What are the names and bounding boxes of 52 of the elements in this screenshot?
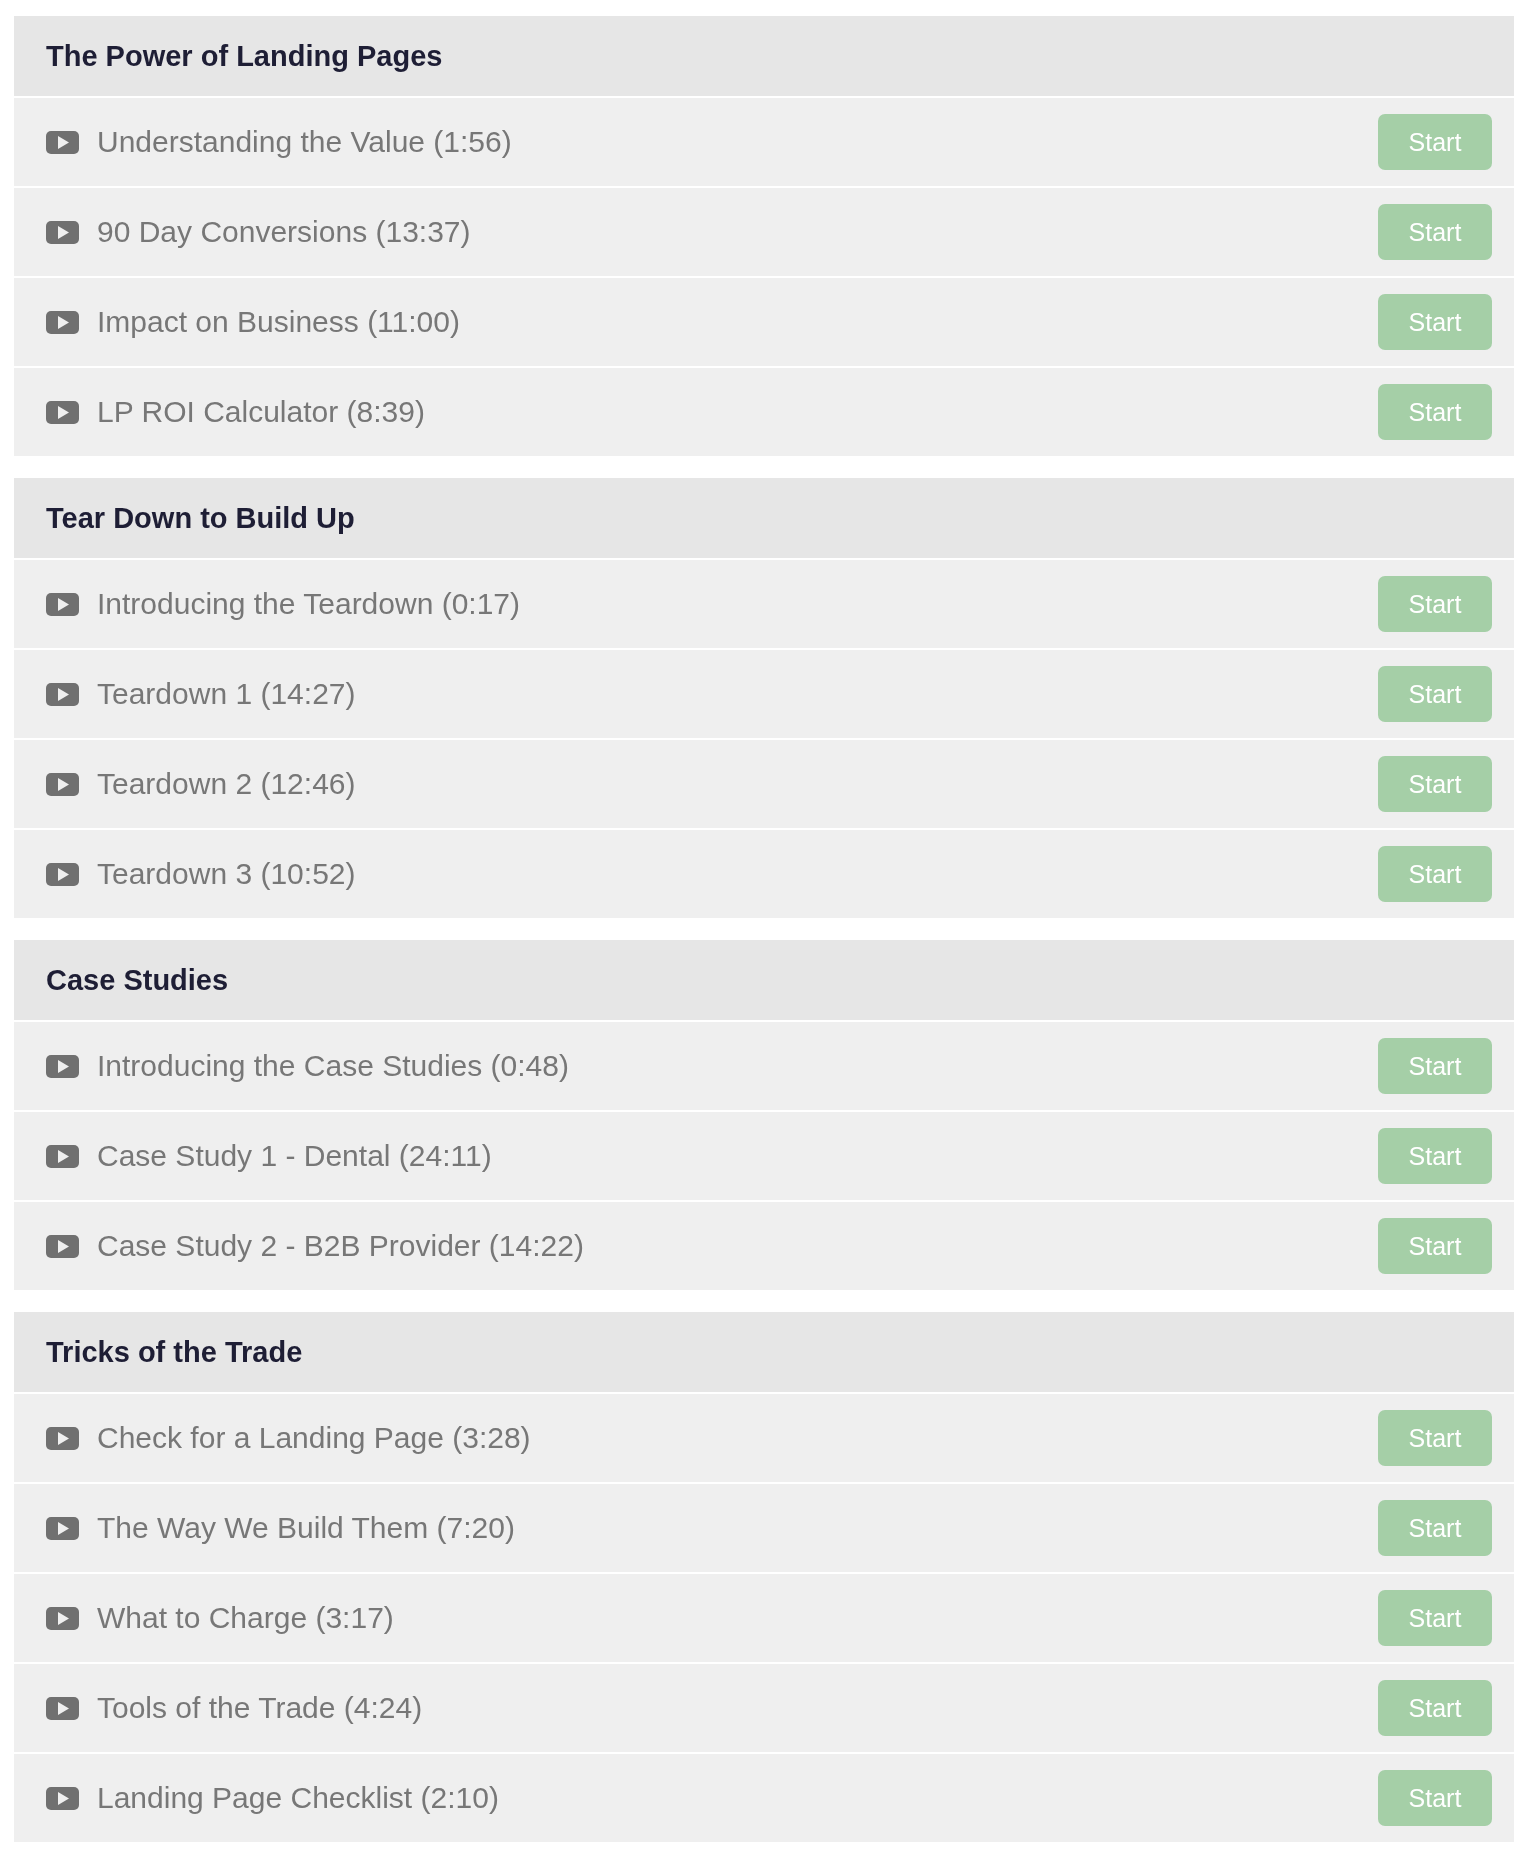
video-play-icon xyxy=(46,1054,79,1078)
video-play-icon xyxy=(46,1234,79,1258)
start-button[interactable]: Start xyxy=(1378,666,1492,722)
start-button[interactable]: Start xyxy=(1378,1038,1492,1094)
video-play-icon xyxy=(46,1426,79,1450)
lesson-title: Case Study 1 - Dental (24:11) xyxy=(97,1139,493,1173)
lesson-title: 90 Day Conversions (13:37) xyxy=(97,215,472,249)
start-button[interactable]: Start xyxy=(1378,1218,1492,1274)
video-play-icon xyxy=(46,1606,79,1630)
lesson-title: Impact on Business (11:00) xyxy=(97,305,461,339)
lesson-title: Tools of the Trade (4:24) xyxy=(97,1691,424,1725)
video-play-icon xyxy=(46,1516,79,1540)
start-button[interactable]: Start xyxy=(1378,1590,1492,1646)
video-play-icon xyxy=(46,682,79,706)
start-button[interactable]: Start xyxy=(1378,1410,1492,1466)
lesson-title: Introducing the Teardown (0:17) xyxy=(97,587,522,621)
video-play-icon xyxy=(46,1144,79,1168)
lesson-title: LP ROI Calculator (8:39) xyxy=(97,395,426,429)
lesson-title: Understanding the Value (1:56) xyxy=(97,125,513,159)
lesson-title: Teardown 2 (12:46) xyxy=(97,767,357,801)
lesson-title: Introducing the Case Studies (0:48) xyxy=(97,1049,570,1083)
lesson-title: Check for a Landing Page (3:28) xyxy=(97,1421,532,1455)
video-play-icon xyxy=(46,130,79,154)
start-button[interactable]: Start xyxy=(1378,114,1492,170)
start-button[interactable]: Start xyxy=(1378,204,1492,260)
section-title: The Power of Landing Pages xyxy=(46,39,443,73)
lesson-title: What to Charge (3:17) xyxy=(97,1601,395,1635)
video-play-icon xyxy=(46,1696,79,1720)
start-button[interactable]: Start xyxy=(1378,1128,1492,1184)
video-play-icon xyxy=(46,592,79,616)
start-button[interactable]: Start xyxy=(1378,294,1492,350)
start-button[interactable]: Start xyxy=(1378,1500,1492,1556)
video-play-icon xyxy=(46,310,79,334)
lesson-title: Teardown 3 (10:52) xyxy=(97,857,357,891)
start-button[interactable]: Start xyxy=(1378,846,1492,902)
section-title: Tear Down to Build Up xyxy=(46,501,355,535)
lesson-title: Case Study 2 - B2B Provider (14:22) xyxy=(97,1229,585,1263)
video-play-icon xyxy=(46,400,79,424)
video-play-icon xyxy=(46,1786,79,1810)
section-title: Case Studies xyxy=(46,963,229,997)
section-title: Tricks of the Trade xyxy=(46,1335,303,1369)
video-play-icon xyxy=(46,862,79,886)
lesson-title: The Way We Build Them (7:20) xyxy=(97,1511,516,1545)
start-button[interactable]: Start xyxy=(1378,384,1492,440)
lesson-title: Teardown 1 (14:27) xyxy=(97,677,357,711)
lesson-title: Landing Page Checklist (2:10) xyxy=(97,1781,500,1815)
start-button[interactable]: Start xyxy=(1378,576,1492,632)
video-play-icon xyxy=(46,772,79,796)
start-button[interactable]: Start xyxy=(1378,1770,1492,1826)
video-play-icon xyxy=(46,220,79,244)
start-button[interactable]: Start xyxy=(1378,756,1492,812)
start-button[interactable]: Start xyxy=(1378,1680,1492,1736)
